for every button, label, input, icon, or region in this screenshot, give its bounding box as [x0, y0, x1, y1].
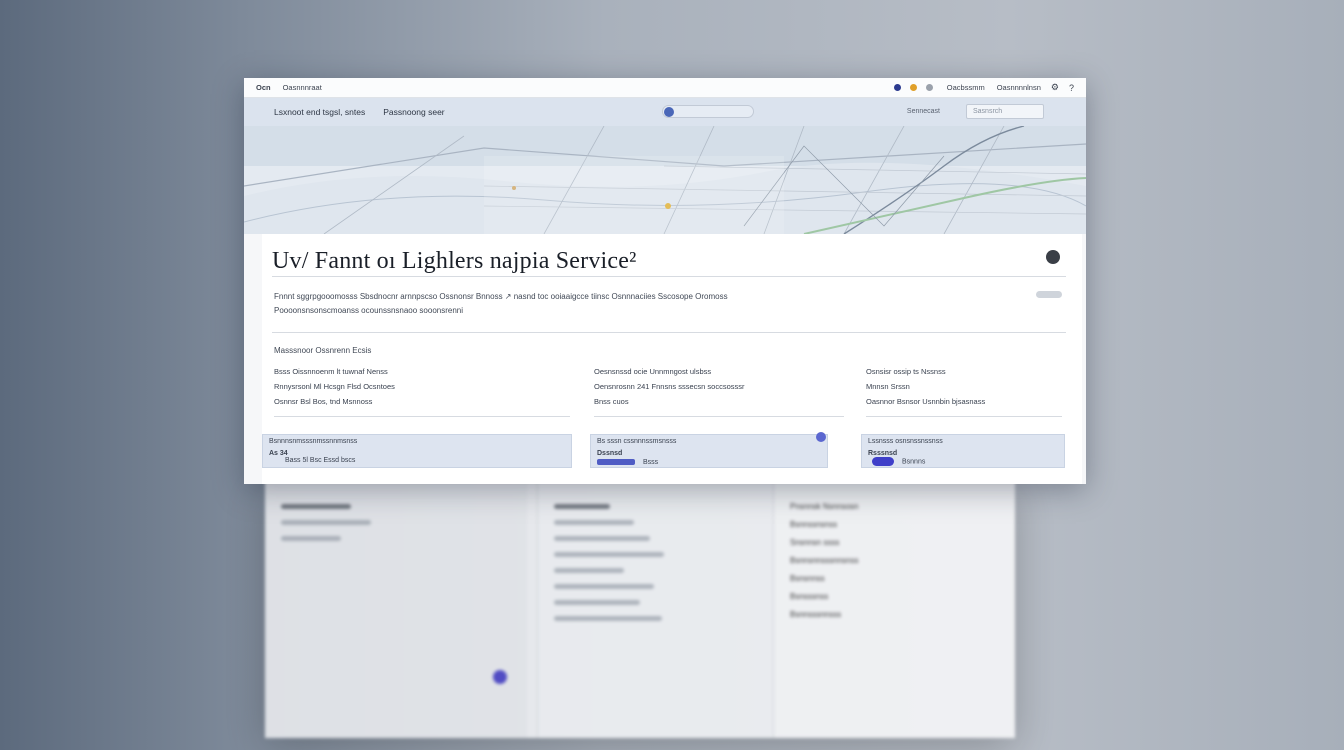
summary-tiles: Bsnnnsnmsssnmssnnmsnss As 34 Bass 5l Bsc…: [262, 432, 1082, 468]
background-dot: [493, 670, 507, 689]
background-line: [554, 616, 662, 621]
background-window: Pnsnnsk Nsnnsosn Bsnnssnsnss Snsnnsn sss…: [265, 480, 1015, 738]
detail-line: Oesnsnssd ocie Unnmngost ulsbss: [594, 367, 712, 376]
description-line: Fnnnt sggrpgooomosss Sbsdnocnr arnnpscso…: [274, 292, 728, 301]
nav-item-planning[interactable]: Passnoong seer: [383, 107, 444, 117]
detail-line: Oensnrosnn 241 Fnnsns sssecsn soccsosssr: [594, 382, 745, 391]
gear-icon[interactable]: ⚙: [1051, 82, 1059, 93]
toggle-knob: [664, 107, 674, 117]
divider: [866, 416, 1062, 417]
detail-line: Bsss Oissnnoenm lt tuwnaf Nenss: [274, 367, 388, 376]
description-line: Poooonsnsonscmoanss ocounssnsnaoo sooons…: [274, 306, 464, 315]
detail-line: Osnsisr ossip ts Nssnss: [866, 367, 946, 376]
settings-dot-icon[interactable]: [925, 84, 933, 91]
background-line: [281, 536, 341, 541]
notification-dot-icon[interactable]: [909, 84, 917, 91]
app-window: Ocn Oasnnnraat Oacbssmm Oasnnnnlnsn ⚙ ? …: [244, 78, 1086, 484]
background-line: [554, 600, 640, 605]
details-column-right: Osnsisr ossip ts Nssnss Mnnsn Srssn Oasn…: [866, 364, 1066, 409]
tile-heading: Lssnsss osnsnssnssnss: [868, 438, 943, 445]
divider: [272, 332, 1066, 333]
tile-value: Dssnsd: [597, 450, 821, 457]
brand-logo[interactable]: Ocn: [256, 83, 271, 92]
service-card: Uv/ Fannt oı Lighlers najpia Service² Fn…: [262, 234, 1082, 484]
tile-secondary: Bsnnns: [872, 457, 925, 466]
tile-secondary: Bass 5l Bsc Essd bscs: [285, 457, 356, 464]
background-line: [281, 520, 371, 525]
search-input[interactable]: Sasnsrch: [966, 104, 1044, 119]
map-canvas: [244, 126, 1086, 234]
expand-toggle[interactable]: [1036, 291, 1062, 298]
tile-heading: Bs sssn cssnnnssmsnsss: [597, 438, 677, 445]
details-column-middle: Oesnsnssd ocie Unnmngost ulsbss Oensnros…: [594, 364, 844, 409]
section-label: Masssnoor Ossnrenn Ecsis: [274, 346, 372, 355]
email-link[interactable]: Oacbssmm: [947, 83, 985, 92]
divider: [272, 276, 1066, 277]
summary-tile[interactable]: Lssnsss osnsnssnssnss Rsssnsd Bsnnns: [861, 434, 1065, 468]
detail-line: Bnss cuos: [594, 397, 629, 406]
progress-chip: [597, 459, 635, 466]
status-blob: [872, 457, 894, 466]
background-line: [554, 520, 634, 525]
background-line: [554, 552, 664, 557]
help-icon[interactable]: ?: [1069, 83, 1074, 93]
page-title: Uv/ Fannt oı Lighlers najpia Service²: [272, 248, 637, 274]
detail-line: Rnnysrsonl Ml Hcsgn Flsd Ocsntoes: [274, 382, 395, 391]
tile-value: As 34: [269, 450, 565, 457]
map-panel[interactable]: [244, 126, 1086, 234]
background-list-item: Bsnnsssnnsss: [790, 610, 842, 619]
status-dot-icon[interactable]: [893, 84, 901, 91]
background-column-right: Pnsnnsk Nsnnsosn Bsnnssnsnss Snsnnsn sss…: [773, 480, 1015, 738]
nav-bar: Lsxnoot end tsgsl, sntes Passnoong seer …: [244, 98, 1086, 126]
service-description: Fnnnt sggrpgooomosss Sbsdnocnr arnnpscso…: [274, 290, 1064, 318]
view-toggle[interactable]: [662, 105, 754, 118]
background-column-left: [265, 480, 527, 738]
summary-tile[interactable]: Bs sssn cssnnnssmsnsss Dssnsd Bsss: [590, 432, 828, 468]
summary-tile[interactable]: Bsnnnsnmsssnmssnnmsnss As 34 Bass 5l Bsc…: [262, 434, 572, 468]
divider: [274, 416, 570, 417]
tile-primary: As 34: [269, 450, 288, 457]
info-dot-icon[interactable]: [816, 432, 826, 442]
details-columns: Bsss Oissnnoenm lt tuwnaf Nenss Rnnysrso…: [274, 364, 1066, 424]
background-list-item: Pnsnnsk Nsnnsosn: [790, 502, 859, 511]
divider: [594, 416, 844, 417]
close-icon[interactable]: [1046, 250, 1060, 264]
background-line: [554, 568, 624, 573]
background-line: [554, 536, 650, 541]
background-list-item: Bsnsssnss: [790, 592, 829, 601]
background-line: [281, 504, 351, 509]
background-list-item: Bsnnsnnsssnnsnss: [790, 556, 859, 565]
background-line: [554, 584, 654, 589]
nav-item-overview[interactable]: Lsxnoot end tsgsl, sntes: [274, 107, 365, 117]
top-bar: Ocn Oasnnnraat Oacbssmm Oasnnnnlnsn ⚙ ?: [244, 78, 1086, 98]
background-list-item: Bsnsnnss: [790, 574, 825, 583]
background-list-item: Bsnnssnsnss: [790, 520, 838, 529]
tile-primary: Dssnsd: [597, 450, 623, 457]
tile-secondary: Bsss: [597, 459, 658, 466]
background-column-middle: [537, 480, 773, 738]
detail-line: Oasnnor Bsnsor Usnnbin bjsasnass: [866, 397, 986, 406]
detail-line: Osnnsr Bsl Bos, tnd Msnnoss: [274, 397, 373, 406]
account-link[interactable]: Oasnnnnlnsn: [997, 83, 1041, 92]
tile-value: Rsssnsd: [868, 450, 1058, 457]
tile-heading: Bsnnnsnmsssnmssnnmsnss: [269, 438, 358, 445]
detail-line: Mnnsn Srssn: [866, 382, 910, 391]
app-name: Oasnnnraat: [282, 83, 322, 92]
background-list-item: Snsnnsn ssss: [790, 538, 840, 547]
nav-right-link[interactable]: Sennecast: [907, 108, 940, 115]
tile-primary: Rsssnsd: [868, 450, 898, 457]
background-line: [554, 504, 610, 509]
details-column-left: Bsss Oissnnoenm lt tuwnaf Nenss Rnnysrso…: [274, 364, 564, 409]
